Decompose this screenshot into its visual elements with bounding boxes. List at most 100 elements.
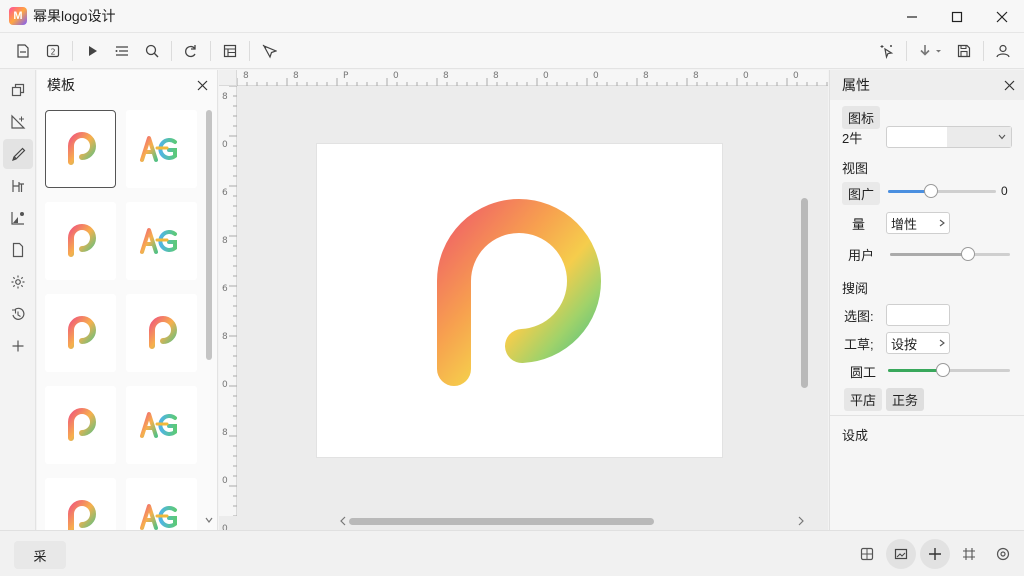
section-view-label: 视图 <box>842 161 869 176</box>
section-setup-label: 设成 <box>842 428 869 443</box>
spacing-slider-knob[interactable] <box>961 247 975 261</box>
ruler-label: 0 <box>222 380 228 390</box>
round-slider-fill <box>888 369 943 372</box>
page-number-button[interactable]: 2 <box>38 37 68 65</box>
add-button[interactable] <box>920 539 950 569</box>
template-thumbnail[interactable] <box>45 110 116 188</box>
rail-shape-button[interactable] <box>3 107 33 137</box>
ruler-label: 0 <box>593 71 599 81</box>
template-panel-title: 模板 <box>47 77 75 93</box>
tool-select[interactable]: 设按 <box>886 332 950 354</box>
search-button[interactable] <box>137 37 167 65</box>
resize-icon <box>860 547 874 561</box>
magic-cursor-button[interactable] <box>872 37 902 65</box>
left-rail <box>0 70 36 530</box>
app-title: 幂果logo设计 <box>33 8 116 24</box>
props-spacing-row: 用户 <box>848 245 874 264</box>
blend-label: 量 <box>852 216 866 232</box>
artboard[interactable] <box>317 144 722 457</box>
main-logo[interactable] <box>317 144 722 457</box>
resize-button[interactable] <box>852 539 882 569</box>
settings-icon <box>11 275 24 289</box>
ruler-label: 0 <box>743 71 749 81</box>
chevron-left-icon[interactable] <box>339 516 347 526</box>
round-slider[interactable] <box>888 363 1010 377</box>
rail-text-button[interactable] <box>3 171 33 201</box>
template-scrollbar[interactable] <box>205 106 213 526</box>
canvas-vertical-scrollbar[interactable] <box>799 170 809 530</box>
horizontal-ruler-ticks <box>236 78 828 86</box>
open-file-button[interactable] <box>8 37 38 65</box>
blend-select[interactable]: 增性 <box>886 212 950 234</box>
status-bar: 采 <box>0 530 1024 576</box>
template-icon <box>11 83 24 97</box>
status-left-button[interactable]: 采 <box>14 541 66 569</box>
rail-brush-button[interactable] <box>2 139 33 169</box>
rail-template-button[interactable] <box>3 75 33 105</box>
minimize-button[interactable] <box>889 0 934 33</box>
text-icon <box>11 180 24 192</box>
opacity-slider[interactable] <box>888 184 996 198</box>
canvas-horizontal-scrollbar[interactable] <box>339 515 809 527</box>
vertical-ruler: 8068680800 <box>219 85 237 534</box>
template-thumbnail[interactable] <box>45 386 116 464</box>
rail-add-button[interactable] <box>3 331 33 361</box>
toolbar-divider <box>72 40 73 61</box>
round-slider-knob[interactable] <box>935 363 950 377</box>
grid-icon <box>963 548 975 560</box>
size-select[interactable] <box>886 126 1012 148</box>
close-icon <box>197 80 207 90</box>
spacing-slider[interactable] <box>890 247 1010 261</box>
p-logo-thumbnail-image <box>148 316 177 349</box>
page-number-icon: 2 <box>46 44 60 57</box>
play-button[interactable] <box>77 37 107 65</box>
grid-button[interactable] <box>954 539 984 569</box>
rail-document-button[interactable] <box>3 235 33 265</box>
template-thumbnail[interactable] <box>126 110 197 188</box>
canvas-horizontal-scrollbar-thumb[interactable] <box>349 518 654 525</box>
save-button[interactable] <box>949 37 979 65</box>
size-label: 2牛 <box>842 130 863 146</box>
template-scrollbar-thumb[interactable] <box>206 110 212 360</box>
location-button[interactable] <box>988 539 1018 569</box>
chevron-right-icon[interactable] <box>797 516 805 526</box>
template-thumbnail[interactable] <box>45 202 116 280</box>
pointer-button[interactable] <box>254 37 284 65</box>
rail-chart-button[interactable] <box>3 203 33 233</box>
properties-close-button[interactable] <box>994 70 1024 100</box>
chevron-down-icon[interactable] <box>205 516 213 524</box>
template-thumbnail[interactable] <box>126 294 197 372</box>
ruler-label: 0 <box>222 476 228 486</box>
template-thumbnail[interactable] <box>126 202 197 280</box>
template-thumbnail[interactable] <box>45 294 116 372</box>
account-button[interactable] <box>988 37 1018 65</box>
redo-button[interactable] <box>176 37 206 65</box>
round-label: 圆工 <box>850 365 877 380</box>
account-icon <box>996 44 1010 57</box>
chip-a-button[interactable]: 平店 <box>844 388 883 411</box>
maximize-button[interactable] <box>934 0 979 33</box>
ruler-label: 6 <box>222 188 228 198</box>
layout-button[interactable] <box>215 37 245 65</box>
template-grid <box>45 110 197 556</box>
chart-icon <box>10 212 24 225</box>
canvas-vertical-scrollbar-thumb[interactable] <box>801 198 808 388</box>
rail-settings-button[interactable] <box>3 267 33 297</box>
close-window-button[interactable] <box>979 0 1024 33</box>
close-icon <box>996 11 1007 22</box>
select-input[interactable] <box>886 304 950 326</box>
download-button[interactable] <box>911 37 949 65</box>
tool-label: 工草; <box>844 336 874 352</box>
props-opacity-row: 图广 <box>842 182 881 205</box>
props-select-row: 选图: <box>844 304 950 326</box>
list-button[interactable] <box>107 37 137 65</box>
select-label: 选图: <box>844 308 874 324</box>
add-icon <box>12 340 23 352</box>
rail-history-button[interactable] <box>3 299 33 329</box>
chip-b-button[interactable]: 正务 <box>886 388 925 411</box>
template-panel-close-button[interactable] <box>187 70 217 100</box>
template-thumbnail[interactable] <box>126 386 197 464</box>
image-button[interactable] <box>886 539 916 569</box>
toolbar-divider <box>210 40 211 61</box>
opacity-slider-knob[interactable] <box>924 184 939 198</box>
